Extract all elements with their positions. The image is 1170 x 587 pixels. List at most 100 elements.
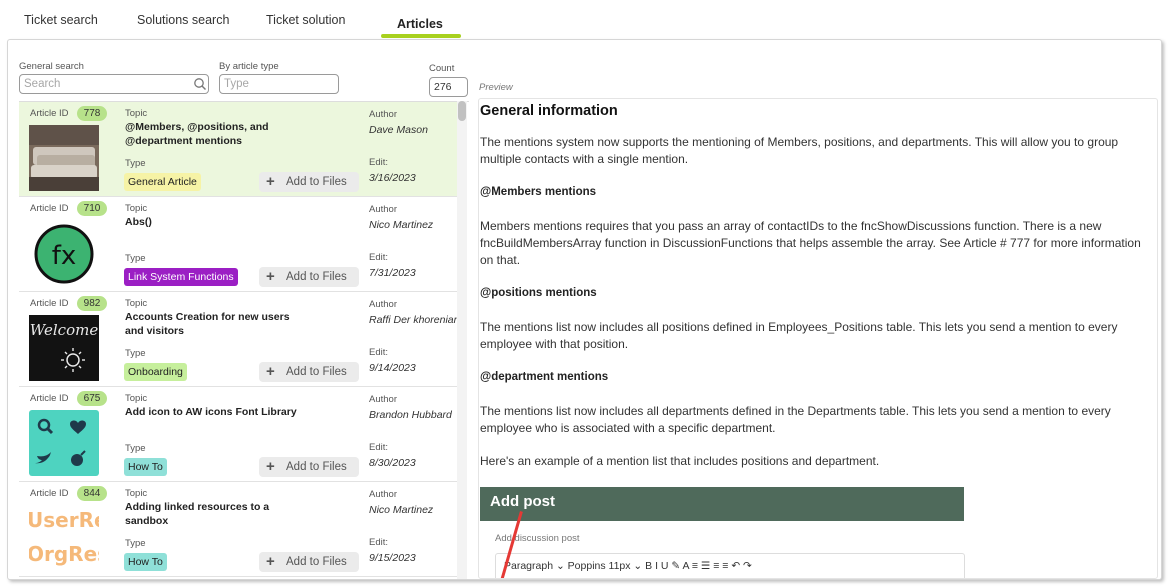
search-icon[interactable]: [193, 77, 207, 91]
edit-label: Edit:: [369, 537, 389, 548]
count-label: Count: [429, 63, 455, 74]
plus-icon: +: [266, 268, 275, 285]
add-to-files-button[interactable]: + Add to Files: [259, 552, 359, 572]
article-topic: Abs(): [125, 216, 152, 228]
author-label: Author: [369, 299, 397, 310]
article-id-badge: 710: [77, 201, 107, 216]
article-type-input[interactable]: [219, 74, 339, 94]
article-author: Nico Martinez: [369, 504, 434, 516]
list-scrollbar-track[interactable]: [457, 101, 467, 579]
article-id-label: Article ID: [30, 203, 69, 214]
article-edit-date: 3/16/2023: [369, 172, 416, 184]
edit-label: Edit:: [369, 347, 389, 358]
articles-panel: General search By article type Count Pre…: [7, 39, 1162, 580]
article-preview: General information The mentions system …: [478, 98, 1158, 579]
author-label: Author: [369, 394, 397, 405]
article-id-label: Article ID: [30, 393, 69, 404]
preview-heading-department: @department mentions: [480, 371, 609, 383]
article-row-982[interactable]: Article ID 982 Welcome Topic Accounts Cr…: [19, 292, 459, 387]
topic-label: Topic: [125, 108, 148, 119]
edit-label: Edit:: [369, 252, 389, 263]
article-edit-date: 8/30/2023: [369, 457, 416, 469]
article-list[interactable]: Article ID 778 Topic @Members, @position…: [19, 101, 469, 579]
type-label: Type: [125, 253, 146, 264]
article-type-badge: Link System Functions: [124, 268, 238, 286]
preview-label: Preview: [479, 82, 513, 93]
list-scrollbar-thumb[interactable]: [458, 101, 466, 121]
general-search-label: General search: [19, 61, 84, 72]
article-topic: Adding linked resources to a sandbox: [125, 501, 270, 527]
topic-label: Topic: [125, 203, 148, 214]
add-to-files-button[interactable]: + Add to Files: [259, 172, 359, 192]
preview-paragraph: Here's an example of a mention list that…: [480, 454, 880, 468]
add-to-files-button[interactable]: + Add to Files: [259, 457, 359, 477]
article-row-675[interactable]: Article ID 675 Topic Add icon to AW icon…: [19, 387, 459, 482]
article-type-badge: How To: [124, 553, 167, 571]
icon-font-tiles-icon: [29, 410, 99, 476]
article-id-badge: 982: [77, 296, 107, 311]
embed-editor-toolbar: Paragraph ⌄ Poppins 11px ⌄ B I U ✎ A ≡ ☰…: [495, 553, 965, 578]
orgres-text: OrgResc: [29, 542, 99, 566]
embedded-screenshot: Add post Add discussion post Paragraph ⌄…: [480, 487, 965, 578]
article-edit-date: 7/31/2023: [369, 267, 416, 279]
topic-label: Topic: [125, 393, 148, 404]
add-to-files-button[interactable]: + Add to Files: [259, 362, 359, 382]
topic-label: Topic: [125, 298, 148, 309]
newspaper-photo-icon: [29, 125, 99, 191]
article-thumbnail: fx: [29, 220, 99, 286]
article-type-badge: Onboarding: [124, 363, 187, 381]
article-topic: @Members, @positions, and @department me…: [125, 121, 269, 147]
article-author: Raffi Der khorenian: [369, 314, 460, 326]
preview-heading-positions: @positions mentions: [480, 287, 597, 299]
article-author: Brandon Hubbard: [369, 409, 452, 421]
article-id-label: Article ID: [30, 488, 69, 499]
tab-ticket-solution[interactable]: Ticket solution: [266, 13, 345, 27]
article-row-778[interactable]: Article ID 778 Topic @Members, @position…: [19, 102, 459, 197]
linked-resources-image-icon: UserRes OrgResc: [29, 505, 99, 571]
preview-paragraph: The mentions list now includes all depar…: [480, 404, 1111, 435]
article-id-label: Article ID: [30, 108, 69, 119]
type-label: Type: [125, 348, 146, 359]
embed-subtitle: Add discussion post: [495, 533, 580, 544]
article-thumbnail: [29, 125, 99, 191]
article-topic: Accounts Creation for new users and visi…: [125, 311, 290, 337]
active-tab-indicator: [381, 34, 461, 38]
article-row-710[interactable]: Article ID 710 fx Topic Abs() Type Link …: [19, 197, 459, 292]
add-to-files-button[interactable]: + Add to Files: [259, 267, 359, 287]
embed-add-post-title: Add post: [480, 487, 964, 521]
article-id-badge: 675: [77, 391, 107, 406]
tab-articles[interactable]: Articles: [397, 17, 443, 31]
tab-ticket-search[interactable]: Ticket search: [24, 13, 98, 27]
type-label: Type: [125, 538, 146, 549]
article-type-badge: General Article: [124, 173, 201, 191]
fx-function-icon: fx: [29, 220, 99, 286]
article-edit-date: 9/14/2023: [369, 362, 416, 374]
plus-icon: +: [266, 458, 275, 475]
edit-label: Edit:: [369, 442, 389, 453]
article-row-844[interactable]: Article ID 844 UserRes OrgResc Topic Add…: [19, 482, 459, 577]
type-label: Type: [125, 443, 146, 454]
general-search-input[interactable]: [19, 74, 209, 94]
plus-icon: +: [266, 553, 275, 570]
article-edit-date: 9/15/2023: [369, 552, 416, 564]
article-author: Dave Mason: [369, 124, 428, 136]
article-type-badge: How To: [124, 458, 167, 476]
plus-icon: +: [266, 363, 275, 380]
preview-paragraph: The mentions system now supports the men…: [480, 135, 1119, 166]
article-thumbnail: Welcome: [29, 315, 99, 381]
article-author: Nico Martinez: [369, 219, 434, 231]
type-label: Type: [125, 158, 146, 169]
tab-solutions-search[interactable]: Solutions search: [137, 13, 229, 27]
preview-title: General information: [480, 103, 618, 119]
welcome-text: Welcome: [30, 321, 99, 339]
author-label: Author: [369, 489, 397, 500]
preview-paragraph: Members mentions requires that you pass …: [480, 219, 1141, 267]
fx-glyph: fx: [52, 241, 77, 271]
userres-text: UserRes: [29, 508, 99, 532]
welcome-chalkboard-icon: Welcome: [29, 315, 99, 381]
tab-bar: Ticket search Solutions search Ticket so…: [0, 0, 1170, 40]
preview-heading-members: @Members mentions: [480, 186, 597, 198]
article-id-badge: 844: [77, 486, 107, 501]
preview-paragraph: The mentions list now includes all posit…: [480, 320, 1118, 351]
edit-label: Edit:: [369, 157, 389, 168]
